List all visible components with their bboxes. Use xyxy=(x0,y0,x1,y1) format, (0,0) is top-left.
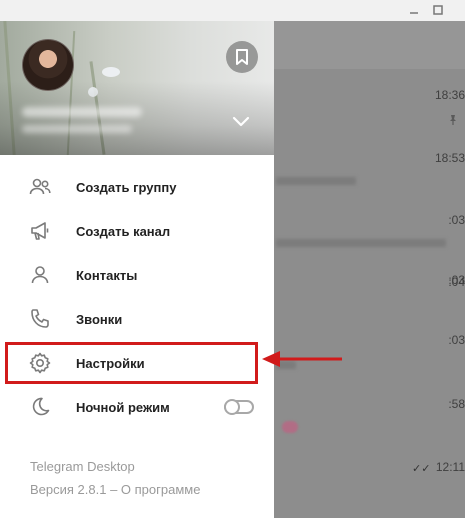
chat-snippet-blurred xyxy=(276,177,356,185)
background-flower xyxy=(102,67,120,77)
person-icon xyxy=(28,263,52,287)
chat-time: 12:11 xyxy=(435,460,465,474)
chat-snippet-blurred xyxy=(276,239,446,247)
menu-item-label: Ночной режим xyxy=(76,399,170,415)
chat-time: 18:53 xyxy=(434,151,465,165)
chat-list-overlay[interactable]: 18:36 18:53 :03 :03 :04 :03 :58 ✓✓ 12:11 xyxy=(274,21,465,518)
drawer-header xyxy=(0,21,274,155)
minimize-icon[interactable] xyxy=(408,4,420,16)
menu-item-new-channel[interactable]: Создать канал xyxy=(0,209,274,253)
menu-item-label: Контакты xyxy=(76,267,138,283)
saved-messages-button[interactable] xyxy=(226,41,258,73)
night-mode-toggle[interactable] xyxy=(224,399,254,415)
chat-time: :04 xyxy=(448,275,465,289)
chat-list-header xyxy=(274,21,465,69)
accounts-toggle-button[interactable] xyxy=(230,113,252,129)
version-about-link[interactable]: Версия 2.8.1 – О программе xyxy=(30,482,200,497)
account-phone-blurred xyxy=(22,125,132,133)
app-name-label: Telegram Desktop xyxy=(30,459,135,474)
side-menu-drawer: Создать группу Создать канал Контакты Зв… xyxy=(0,21,274,518)
chat-time: :58 xyxy=(448,397,465,411)
bookmark-icon xyxy=(236,49,248,65)
group-icon xyxy=(28,175,52,199)
pin-icon xyxy=(448,113,458,131)
chevron-down-icon xyxy=(232,116,250,127)
menu-item-night-mode[interactable]: Ночной режим xyxy=(0,385,274,429)
menu-item-label: Создать группу xyxy=(76,179,177,195)
avatar[interactable] xyxy=(22,39,74,91)
chat-time: :03 xyxy=(448,213,465,227)
maximize-icon[interactable] xyxy=(432,4,444,16)
chat-time: 18:36 xyxy=(434,88,465,102)
phone-icon xyxy=(28,307,52,331)
moon-icon xyxy=(28,395,52,419)
menu-item-new-group[interactable]: Создать группу xyxy=(0,165,274,209)
menu-item-label: Звонки xyxy=(76,311,123,327)
window-titlebar xyxy=(0,0,465,21)
arrow-left-annotation-icon xyxy=(260,349,344,374)
account-name-blurred xyxy=(22,107,142,117)
toggle-knob xyxy=(224,399,240,415)
menu-item-contacts[interactable]: Контакты xyxy=(0,253,274,297)
settings-highlight-annotation xyxy=(5,342,258,384)
megaphone-icon xyxy=(28,219,52,243)
double-check-icon: ✓✓ xyxy=(412,463,431,475)
chat-time: :03 xyxy=(448,333,465,347)
menu-item-calls[interactable]: Звонки xyxy=(0,297,274,341)
heart-emoji-icon xyxy=(282,421,298,433)
menu-item-label: Создать канал xyxy=(76,223,171,239)
